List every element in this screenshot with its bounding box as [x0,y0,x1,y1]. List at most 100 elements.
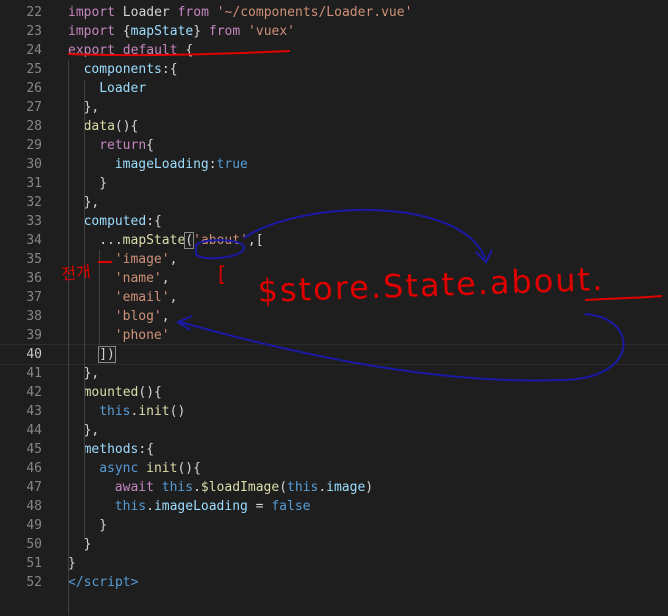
code-line[interactable]: 32}, [0,193,668,212]
code-line[interactable]: 45 methods:{ [0,440,668,459]
code-token: . [318,480,327,495]
code-line[interactable]: 40]) [0,344,668,365]
code-text: this.imageLoading = false [115,497,311,516]
code-line[interactable]: 52 </script> [0,573,668,592]
code-text: await this.$loadImage(this.image) [115,478,373,497]
code-line[interactable]: 47 await this.$loadImage(this.image) [0,478,668,497]
code-line[interactable]: 23 import {mapState} from 'vuex' [0,22,668,41]
code-line[interactable]: 24 export default { [0,41,668,60]
code-token: '~/components/Loader.vue' [208,5,413,20]
line-number: 41 [26,366,42,381]
code-line[interactable]: 33 computed:{ [0,212,668,231]
code-token: ) [365,480,374,495]
code-line[interactable]: 38 'blog', [0,307,668,326]
code-line[interactable]: 46 async init(){ [0,459,668,478]
line-number: 48 [26,499,42,514]
code-token: , [169,252,178,267]
code-token: () [169,404,186,419]
code-line[interactable]: 30 imageLoading:true [0,155,668,174]
code-line[interactable]: 22 import Loader from '~/components/Loade… [0,3,668,22]
code-token: { [114,24,131,39]
code-line[interactable]: 34 ...mapState('about',[ [0,231,668,250]
code-token: :{ [138,442,155,457]
code-token: ( [184,232,195,249]
code-text: return{ [99,136,154,155]
code-token: computed [83,214,147,229]
line-number: 26 [26,81,42,96]
code-token: from [177,5,209,20]
code-token: = [247,499,272,514]
code-text: ]) [98,345,116,364]
code-token: ( [279,480,288,495]
code-token: this [287,480,319,495]
code-line[interactable]: 50} [0,535,668,554]
code-token: import [68,24,115,39]
code-token: { [146,138,154,153]
code-token: components [83,62,162,77]
code-text: 'blog', [115,307,170,326]
code-token: this [99,404,131,419]
indent-guide [99,250,100,350]
line-number: 23 [26,24,42,39]
code-line[interactable]: 28 data(){ [0,117,668,136]
code-token: init [138,404,170,419]
code-token: image [326,480,366,495]
code-line[interactable]: 36 'name', [0,269,668,288]
code-token: this [161,480,194,495]
code-text: mounted(){ [84,383,162,402]
code-token: ,[ [247,233,264,248]
line-number: 25 [26,62,42,77]
code-text: computed:{ [84,212,162,231]
code-line[interactable]: 44}, [0,421,668,440]
line-number: 38 [26,309,42,324]
code-token: 'phone' [114,328,170,343]
code-line[interactable]: 39 'phone' [0,326,668,345]
code-line[interactable]: 29 return{ [0,136,668,155]
code-text: 'email', [115,288,178,307]
code-text: this.init() [99,402,185,421]
code-token: :{ [146,214,162,229]
code-token: </ [68,575,84,590]
indent-guide [84,80,85,540]
code-token: { [177,43,194,58]
code-token: imageLoading [114,157,209,172]
code-text: }, [84,98,100,117]
code-line[interactable]: 43 this.init() [0,402,668,421]
code-token: 'image' [114,252,170,267]
code-text: methods:{ [84,440,154,459]
code-text: 'image', [115,250,178,269]
code-line[interactable]: 48 this.imageLoading = false [0,497,668,516]
code-token: this [114,499,147,514]
code-line[interactable]: 37 'email', [0,288,668,307]
code-token: (){ [114,119,139,134]
code-token: , [161,309,170,324]
code-line[interactable]: 49} [0,516,668,535]
code-line[interactable]: 42 mounted(){ [0,383,668,402]
code-token: mapState [122,233,186,248]
code-token: . [193,480,201,495]
line-number: 40 [26,347,42,362]
code-token: : [208,157,217,172]
code-line[interactable]: 27}, [0,98,668,117]
code-text: }, [84,193,100,212]
code-line[interactable]: 35 'image', [0,250,668,269]
code-token: Loader [114,5,178,20]
code-token: false [271,499,311,514]
code-editor[interactable]: 22 import Loader from '~/components/Loade… [0,0,668,616]
line-number: 33 [26,214,42,229]
code-line[interactable]: 26 Loader [0,79,668,98]
code-line[interactable]: 51} [0,554,668,573]
code-line[interactable]: 25 components:{ [0,60,668,79]
line-number: 50 [26,537,42,552]
line-number: 29 [26,138,42,153]
code-token: true [216,157,248,172]
line-number: 42 [26,385,42,400]
code-line[interactable]: 41}, [0,364,668,383]
code-token: script [83,575,131,590]
code-token: 'name' [114,271,162,286]
code-text: 'phone' [115,326,170,345]
code-line[interactable]: 31} [0,174,668,193]
line-number: 31 [26,176,42,191]
code-token: }, [83,100,100,115]
